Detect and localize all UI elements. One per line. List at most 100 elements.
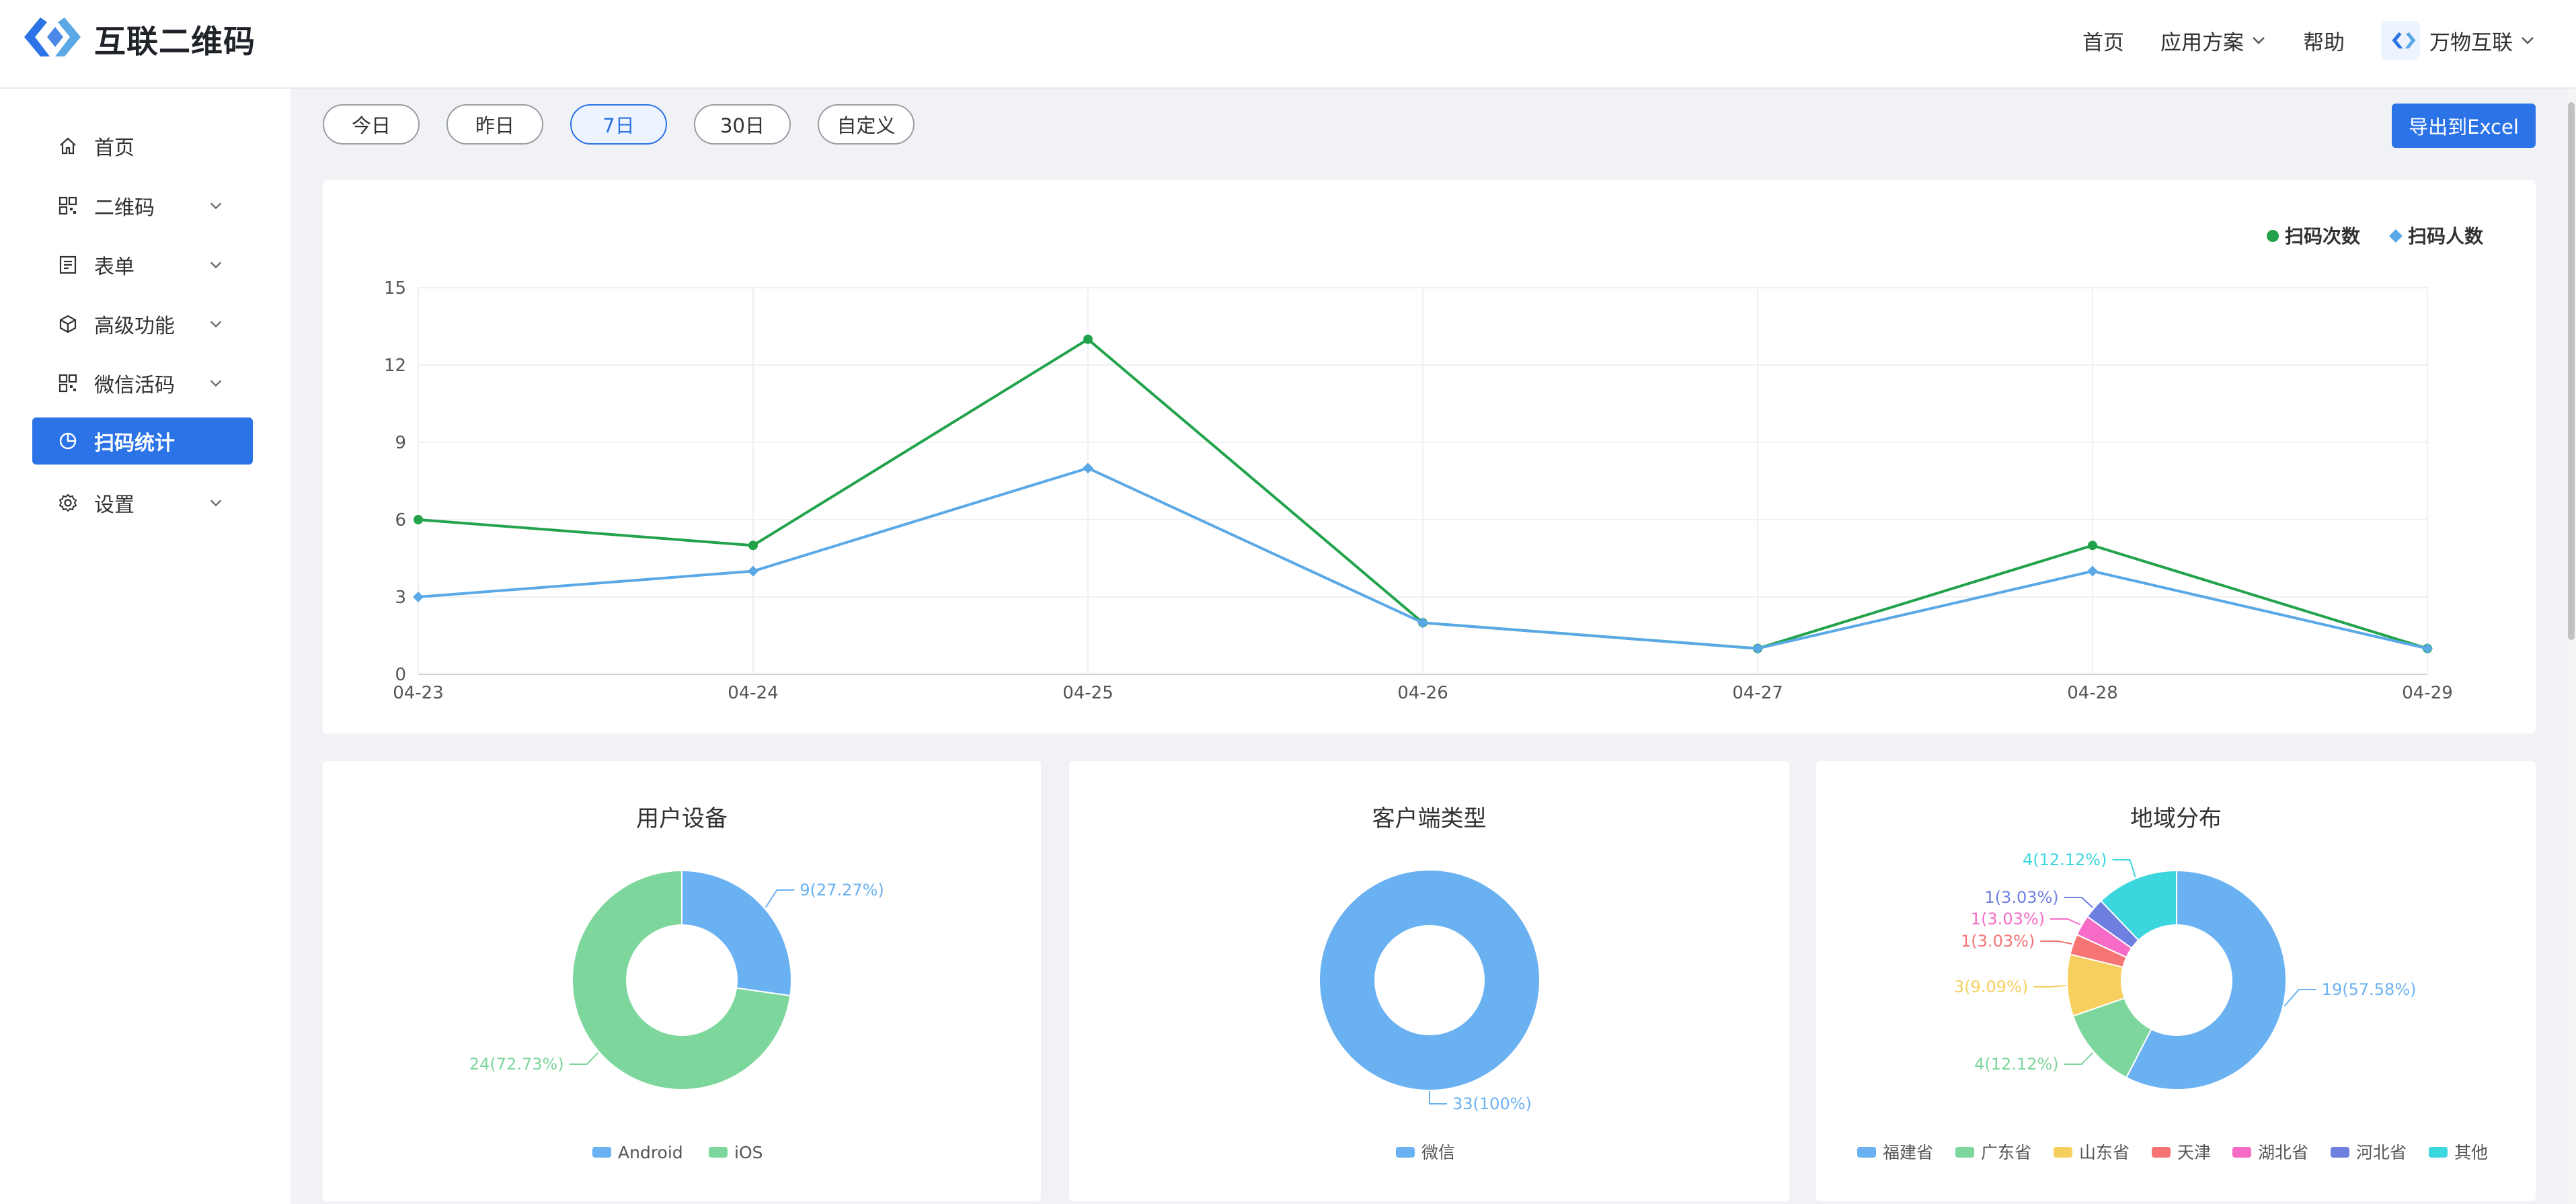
- label-leader-line: [2284, 989, 2316, 1007]
- data-point: [1083, 463, 1093, 474]
- sidebar-item-label: 设置: [94, 493, 134, 517]
- top-nav: 首页 应用方案 帮助 万物互联: [2046, 0, 2536, 81]
- chevron-down-icon: [2253, 37, 2265, 44]
- legend-label: 扫码人数: [2408, 225, 2484, 247]
- sidebar-item-label: 首页: [94, 136, 134, 160]
- x-tick-label: 04-23: [393, 683, 444, 703]
- export-excel-button[interactable]: 导出到Excel: [2392, 104, 2536, 148]
- legend-label: 河北省: [2356, 1143, 2407, 1162]
- nav-solutions-label: 应用方案: [2160, 30, 2244, 55]
- data-point: [748, 565, 758, 577]
- sidebar-item-qrcode[interactable]: 二维码: [32, 182, 253, 229]
- device-pie-chart: 9(27.27%) 24(72.73%) Android iOS: [469, 869, 884, 1162]
- slice-label: 19(57.58%): [2322, 980, 2417, 999]
- range-today-button[interactable]: 今日: [323, 104, 420, 145]
- sidebar-item-label: 表单: [94, 255, 134, 279]
- x-tick-label: 04-28: [2067, 683, 2118, 703]
- range-7d-button[interactable]: 7日: [570, 104, 667, 145]
- range-30d-button[interactable]: 30日: [694, 104, 791, 145]
- legend-swatch: [1396, 1147, 1415, 1158]
- form-icon: [59, 255, 77, 274]
- trend-chart-card: 0 3 6 9 12 15 04-23 04-24 04-25 04-26 04-27 04-28 04…: [323, 180, 2536, 733]
- top-header: 互联二维码 首页 应用方案 帮助 万物互联: [0, 0, 2576, 89]
- sidebar-item-wechat-code[interactable]: 微信活码: [32, 360, 253, 407]
- region-pie-chart: 19(57.58%) 4(12.12%) 3(9.09%) 1(3.03%) 1(3.0…: [1857, 850, 2488, 1162]
- label-leader-line: [2064, 897, 2093, 908]
- legend-swatch: [2232, 1147, 2251, 1158]
- pie-slice: [1319, 871, 1539, 1090]
- legend-label: 福建省: [1883, 1143, 1933, 1162]
- label-leader-line: [569, 1052, 599, 1065]
- app-name: 互联二维码: [94, 23, 256, 61]
- x-tick-label: 04-26: [1397, 683, 1448, 703]
- data-point: [1083, 334, 1093, 344]
- sidebar-item-home[interactable]: 首页: [32, 122, 253, 169]
- chevron-down-icon: [210, 380, 222, 387]
- legend-swatch: [1955, 1147, 1974, 1158]
- legend-label: 湖北省: [2258, 1143, 2308, 1162]
- qrcode-icon: [58, 196, 77, 215]
- nav-help[interactable]: 帮助: [2303, 26, 2345, 56]
- client-pie-chart: 33(100%) 微信: [1319, 871, 1539, 1162]
- legend-label: 广东省: [1981, 1143, 2031, 1162]
- label-leader-line: [1429, 1091, 1447, 1105]
- data-point: [2422, 643, 2433, 654]
- chevron-down-icon: [210, 262, 222, 269]
- device-chart-card: 用户设备 9(27.27%) 24(72.73%) Android iOS: [323, 761, 1041, 1201]
- y-tick-label: 12: [384, 356, 406, 376]
- pie-chart-icon: [59, 432, 77, 450]
- sidebar-item-label: 扫码统计: [94, 432, 175, 455]
- data-point: [413, 592, 424, 602]
- legend-label: 扫码次数: [2285, 225, 2361, 247]
- slice-label: 1(3.03%): [1961, 932, 2035, 951]
- region-chart-card: 地域分布 19(57.58%) 4(12.12%) 3(9.09%) 1(3.03%)…: [1816, 761, 2536, 1201]
- legend-label: iOS: [734, 1143, 763, 1162]
- legend-label: 微信: [1421, 1143, 1455, 1162]
- data-point: [748, 540, 758, 551]
- gear-icon: [58, 493, 77, 512]
- legend-label: 其他: [2454, 1143, 2488, 1162]
- user-name: 万物互联: [2429, 30, 2513, 55]
- label-leader-line: [2033, 984, 2066, 988]
- logo-icon: [20, 13, 85, 63]
- slice-label: 24(72.73%): [469, 1055, 564, 1074]
- nav-home-label: 首页: [2082, 30, 2124, 55]
- range-custom-button[interactable]: 自定义: [818, 104, 914, 145]
- slice-label: 9(27.27%): [799, 881, 884, 899]
- scrollbar-thumb[interactable]: [2568, 102, 2575, 640]
- y-tick-label: 9: [395, 433, 406, 453]
- data-point: [2088, 540, 2097, 551]
- slice-label: 4(12.12%): [2023, 850, 2107, 869]
- legend-label: Android: [618, 1143, 683, 1162]
- nav-home[interactable]: 首页: [2082, 26, 2124, 56]
- nav-help-label: 帮助: [2303, 30, 2345, 55]
- nav-solutions[interactable]: 应用方案: [2160, 26, 2267, 56]
- slice-label: 4(12.12%): [1974, 1055, 2059, 1074]
- sidebar-item-label: 二维码: [94, 196, 155, 220]
- sidebar-item-label: 微信活码: [94, 374, 175, 397]
- data-point: [414, 515, 423, 524]
- qrcode-icon: [58, 374, 77, 393]
- user-menu[interactable]: 万物互联: [2381, 21, 2536, 60]
- chevron-down-icon: [210, 321, 222, 328]
- legend-swatch: [1857, 1147, 1876, 1158]
- legend-marker: [2389, 229, 2403, 243]
- data-point: [1752, 643, 1763, 654]
- page-scrollbar[interactable]: [2567, 87, 2576, 1204]
- legend-marker: [2267, 230, 2279, 242]
- x-tick-label: 04-24: [728, 683, 779, 703]
- label-leader-line: [765, 889, 795, 908]
- sidebar-item-advanced[interactable]: 高级功能: [32, 300, 253, 348]
- logo[interactable]: 互联二维码: [20, 13, 256, 63]
- y-tick-label: 0: [395, 665, 406, 685]
- cube-icon: [59, 315, 77, 333]
- y-tick-label: 6: [395, 510, 406, 530]
- range-yesterday-button[interactable]: 昨日: [446, 104, 543, 145]
- sidebar-item-scan-stats[interactable]: 扫码统计: [32, 417, 253, 465]
- pie-slice: [681, 869, 792, 997]
- y-tick-label: 15: [384, 278, 406, 298]
- x-tick-label: 04-25: [1062, 683, 1114, 703]
- sidebar-item-settings[interactable]: 设置: [32, 479, 253, 526]
- home-icon: [60, 137, 76, 155]
- sidebar-item-form[interactable]: 表单: [32, 241, 253, 288]
